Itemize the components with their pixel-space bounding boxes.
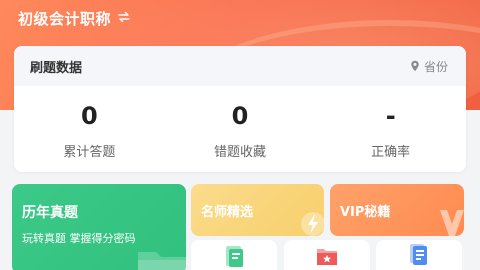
- stat-value: 0: [231, 101, 249, 130]
- lightning-icon: [301, 212, 324, 236]
- bookmark-folder-icon: [317, 249, 337, 265]
- feature-tile-documents[interactable]: [376, 240, 462, 270]
- stat-label: 正确率: [371, 144, 411, 160]
- practice-stats-card: 刷题数据 省份 0 累计答题 0 错题收藏 - 正确率: [14, 46, 466, 172]
- folder-icon: [138, 252, 186, 270]
- region-selector[interactable]: 省份: [410, 58, 448, 75]
- feature-tile-favorites[interactable]: [284, 240, 370, 270]
- feature-tile-notebook[interactable]: [191, 240, 277, 270]
- teacher-pick-title: 名师精选: [201, 205, 254, 220]
- stat-wrong-favorites[interactable]: 0 错题收藏: [165, 86, 316, 172]
- stats-header: 刷题数据 省份: [14, 46, 466, 86]
- notebook-icon: [226, 246, 243, 267]
- stat-label: 累计答题: [63, 144, 116, 160]
- vip-title: VIP秘籍: [340, 205, 391, 220]
- page-title: 初级会计职称: [18, 9, 112, 28]
- document-icon: [410, 244, 427, 265]
- past-exams-title: 历年真题: [22, 205, 78, 221]
- swap-icon: [117, 9, 131, 28]
- exam-selector[interactable]: 初级会计职称: [18, 6, 131, 30]
- region-label: 省份: [423, 59, 448, 74]
- stat-accuracy[interactable]: - 正确率: [315, 86, 466, 172]
- past-exams-subtitle: 玩转真题 掌握得分密码: [22, 232, 136, 245]
- past-exams-tile[interactable]: 历年真题 玩转真题 掌握得分密码: [12, 184, 186, 270]
- vip-tile[interactable]: VIP秘籍: [330, 184, 464, 236]
- stat-total-answered[interactable]: 0 累计答题: [14, 86, 165, 172]
- stats-title: 刷题数据: [30, 60, 83, 76]
- stats-body: 0 累计答题 0 错题收藏 - 正确率: [14, 86, 466, 172]
- location-pin-icon: [411, 60, 419, 72]
- stat-label: 错题收藏: [214, 144, 267, 160]
- stat-value: 0: [80, 101, 98, 130]
- stat-value: -: [385, 101, 396, 130]
- v-badge-icon: [440, 210, 464, 236]
- teacher-pick-tile[interactable]: 名师精选: [191, 184, 324, 236]
